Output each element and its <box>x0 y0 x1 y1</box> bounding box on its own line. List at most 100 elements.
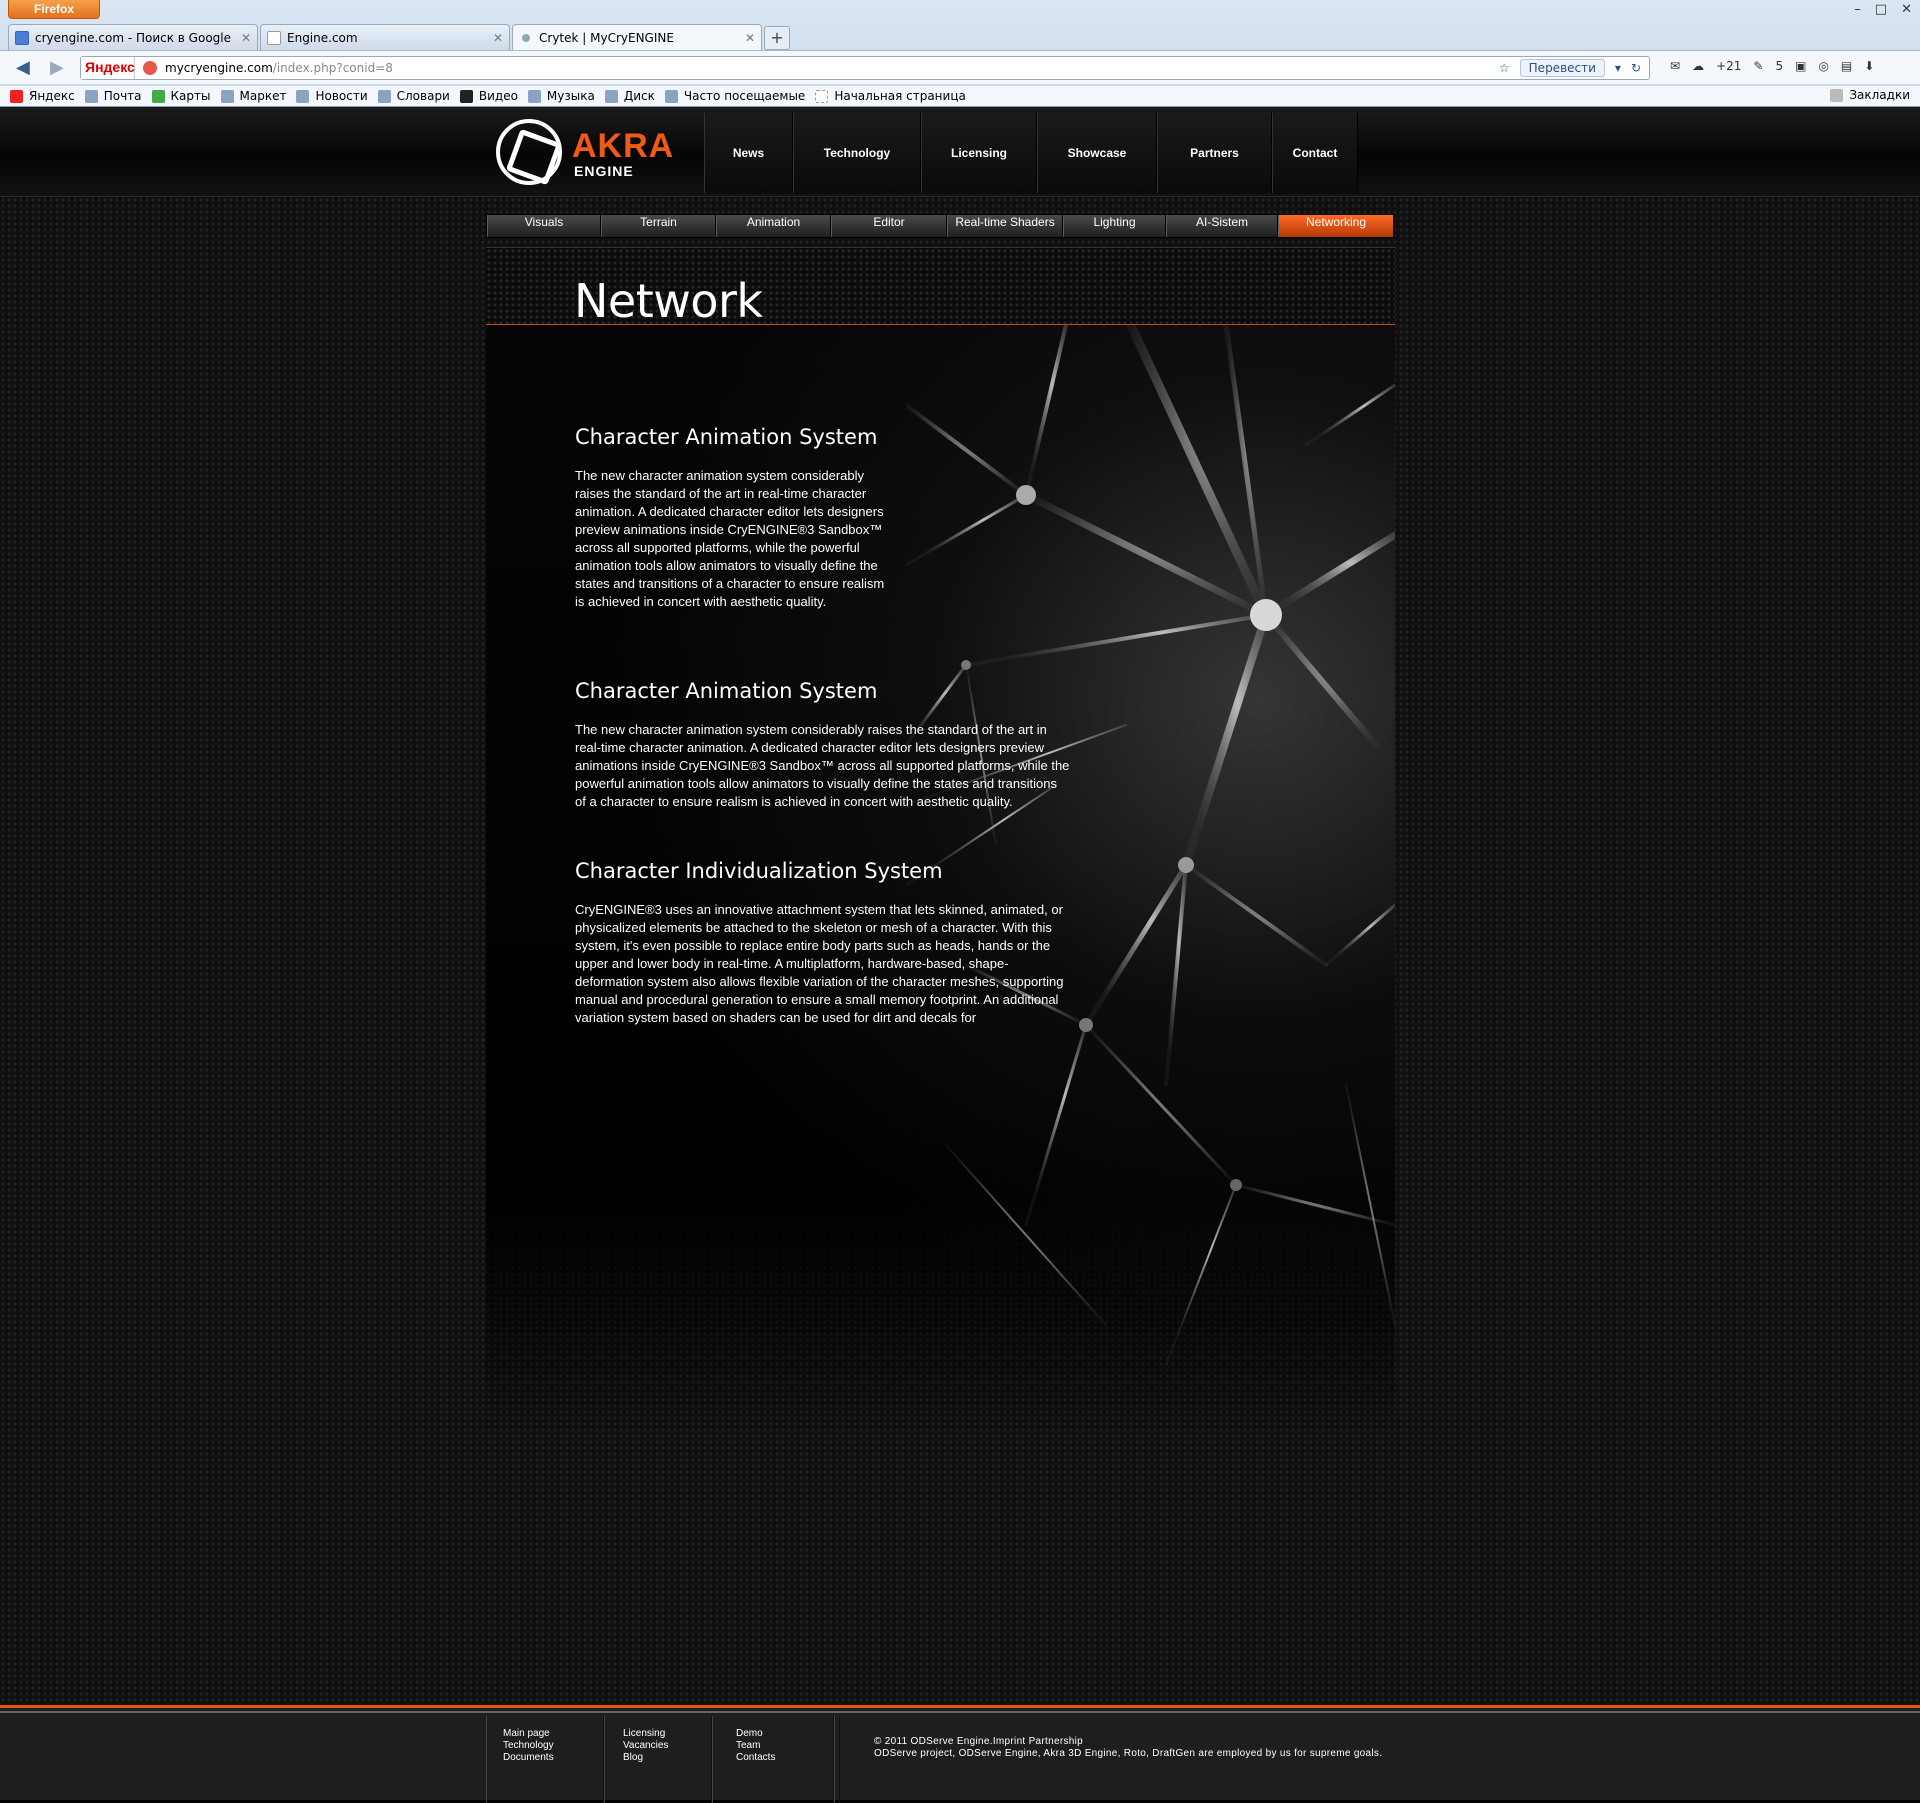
bookmark-label: Диск <box>623 89 655 103</box>
subnav-terrain[interactable]: Terrain <box>601 215 716 237</box>
subnav-lighting[interactable]: Lighting <box>1063 215 1166 237</box>
trademark-notice: ODServe project, ODServe Engine, Akra 3D… <box>874 1748 1383 1759</box>
reload-icon[interactable]: ↻ <box>1631 61 1641 75</box>
notification-icon[interactable]: ✎ <box>1753 59 1763 73</box>
browser-tab-active[interactable]: Crytek | MyCryENGINE ✕ <box>512 24 762 50</box>
page-title: Network <box>574 274 763 328</box>
footer-link[interactable]: Vacancies <box>623 1740 711 1752</box>
footer-link[interactable]: Demo <box>736 1728 833 1740</box>
yandex-logo[interactable]: Яндекс <box>81 57 135 79</box>
title-bar: Network <box>486 247 1395 328</box>
footer-link[interactable]: Main page <box>503 1728 603 1740</box>
bookmark-item[interactable]: Музыка <box>527 89 595 103</box>
bookmark-label: Словари <box>396 89 450 103</box>
footer-link[interactable]: Documents <box>503 1752 603 1764</box>
footer-link[interactable]: Team <box>736 1740 833 1752</box>
nav-contact[interactable]: Contact <box>1272 113 1358 193</box>
main-navigation: News Technology Licensing Showcase Partn… <box>704 113 1358 197</box>
subnav-realtime-shaders[interactable]: Real-time Shaders <box>947 215 1063 237</box>
weather-icon[interactable]: ☁ <box>1692 59 1704 73</box>
subnav-ai-system[interactable]: AI-Sistem <box>1166 215 1278 237</box>
tab-title: cryengine.com - Поиск в Google <box>35 30 231 45</box>
bookmark-label: Новости <box>315 89 368 103</box>
addon-icon[interactable]: ◎ <box>1818 59 1828 73</box>
neuron-network-image <box>906 325 1395 1365</box>
site-identity-icon[interactable] <box>143 61 157 75</box>
section-heading: Character Individualization System <box>575 859 943 883</box>
social-icon[interactable]: ▤ <box>1841 59 1852 73</box>
navigation-toolbar: ◀ ▶ Яндекс mycryengine.com/index.php?con… <box>0 50 1920 84</box>
url-path: /index.php?conid=8 <box>272 61 393 75</box>
tab-close-icon[interactable]: ✕ <box>745 31 755 45</box>
nav-showcase[interactable]: Showcase <box>1037 113 1157 193</box>
bookmark-label: Яндекс <box>29 89 75 103</box>
subnav-visuals[interactable]: Visuals <box>487 215 601 237</box>
nav-technology[interactable]: Technology <box>793 113 921 193</box>
bookmark-item[interactable]: Начальная страница <box>815 89 966 103</box>
bookmarks-menu[interactable]: Закладки <box>1830 88 1910 102</box>
section-heading: Character Animation System <box>575 425 878 449</box>
copyright-text: © 2011 ODServe Engine.Imprint Partnershi… <box>874 1736 1084 1747</box>
bookmarks-bar: Яндекс Почта Карты Маркет Новости Словар… <box>0 86 1920 106</box>
content-section: Character Animation System The new chara… <box>575 679 1071 811</box>
tab-close-icon[interactable]: ✕ <box>241 31 251 45</box>
bookmark-item[interactable]: Карты <box>151 89 211 103</box>
bookmark-item[interactable]: Часто посещаемые <box>664 89 806 103</box>
bookmarks-menu-label: Закладки <box>1849 88 1910 102</box>
bookmark-item[interactable]: Новости <box>296 89 368 103</box>
disk-icon <box>604 89 618 103</box>
new-tab-button[interactable]: + <box>764 26 790 50</box>
mail-icon[interactable]: ✉ <box>1670 59 1680 73</box>
dropdown-arrow-icon[interactable]: ▾ <box>1615 61 1621 75</box>
logo-brand: AKRA <box>572 127 675 165</box>
maximize-icon[interactable]: □ <box>1875 2 1887 17</box>
nav-licensing[interactable]: Licensing <box>921 113 1037 193</box>
footer-link[interactable]: Licensing <box>623 1728 711 1740</box>
subnav-animation[interactable]: Animation <box>716 215 831 237</box>
firefox-menu-button[interactable]: Firefox <box>8 0 100 19</box>
footer-link[interactable]: Contacts <box>736 1752 833 1764</box>
minimize-icon[interactable]: – <box>1854 2 1861 17</box>
technology-subnav: Visuals Terrain Animation Editor Real-ti… <box>486 214 1395 238</box>
tab-strip: cryengine.com - Поиск в Google ✕ Engine.… <box>8 24 790 50</box>
nav-partners[interactable]: Partners <box>1157 113 1272 193</box>
subnav-editor[interactable]: Editor <box>831 215 947 237</box>
bookmark-item[interactable]: Словари <box>377 89 450 103</box>
bookmark-item[interactable]: Почта <box>84 89 142 103</box>
bookmark-item[interactable]: Маркет <box>220 89 286 103</box>
footer-copyright: © 2011 ODServe Engine.Imprint Partnershi… <box>874 1736 1382 1760</box>
bookmark-label: Часто посещаемые <box>683 89 806 103</box>
bookmark-star-icon[interactable]: ☆ <box>1499 61 1510 75</box>
bookmark-item[interactable]: Диск <box>604 89 655 103</box>
mail-icon <box>84 89 98 103</box>
close-window-icon[interactable]: ✕ <box>1901 2 1912 17</box>
bookmarks-star-icon <box>1830 88 1844 102</box>
music-icon <box>527 89 541 103</box>
forward-arrow-icon[interactable]: ▶ <box>50 57 64 78</box>
download-icon[interactable]: ⬇ <box>1864 59 1874 73</box>
back-arrow-icon[interactable]: ◀ <box>16 57 30 78</box>
toolbar-icons: ✉ ☁ +21 ✎ 5 ▣ ◎ ▤ ⬇ <box>1670 59 1874 73</box>
footer-link[interactable]: Technology <box>503 1740 603 1752</box>
translate-button[interactable]: Перевести <box>1519 59 1605 77</box>
footer-link[interactable]: Blog <box>623 1752 711 1764</box>
content-panel: Network Character Animation System The n… <box>486 247 1395 1437</box>
browser-tab[interactable]: Engine.com ✕ <box>260 24 510 50</box>
page-viewport: AKRA ENGINE News Technology Licensing Sh… <box>0 107 1920 1803</box>
akra-logo[interactable]: AKRA ENGINE <box>496 119 696 185</box>
nav-news[interactable]: News <box>704 113 793 193</box>
bookmark-label: Начальная страница <box>834 89 966 103</box>
bookmark-manager-icon[interactable]: ▣ <box>1795 59 1806 73</box>
tab-title: Crytek | MyCryENGINE <box>539 30 674 45</box>
tab-close-icon[interactable]: ✕ <box>493 31 503 45</box>
address-bar[interactable]: Яндекс mycryengine.com/index.php?conid=8… <box>80 56 1650 80</box>
subnav-networking[interactable]: Networking <box>1278 215 1394 237</box>
bookmark-item[interactable]: Яндекс <box>10 89 75 103</box>
browser-tab[interactable]: cryengine.com - Поиск в Google ✕ <box>8 24 258 50</box>
bookmark-label: Видео <box>478 89 518 103</box>
notification-count[interactable]: 5 <box>1775 59 1783 73</box>
yandex-icon <box>10 89 23 103</box>
bookmark-item[interactable]: Видео <box>459 89 518 103</box>
weather-temperature[interactable]: +21 <box>1716 59 1741 73</box>
loading-favicon-icon <box>522 33 530 42</box>
